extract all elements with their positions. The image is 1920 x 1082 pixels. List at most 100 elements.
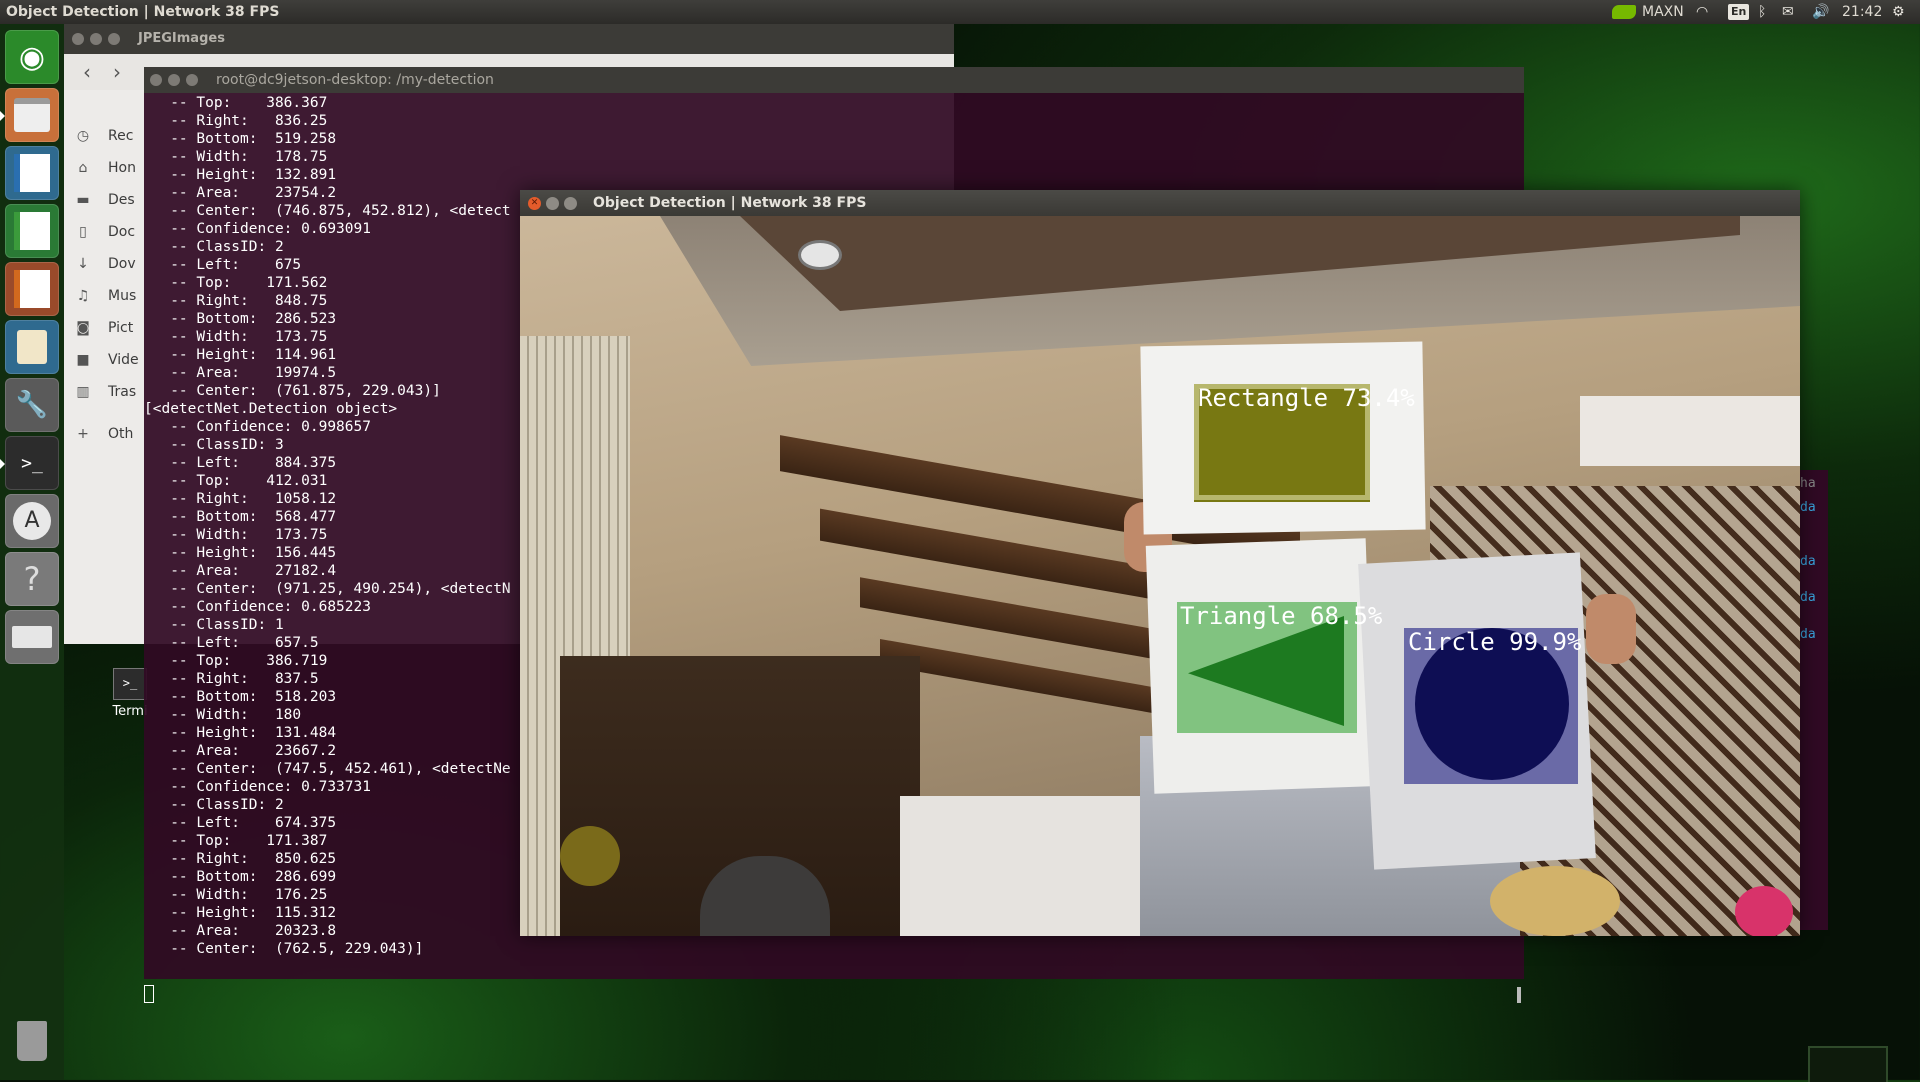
circle-detection-label: Circle 99.9%: [1408, 628, 1582, 656]
ceiling-beam: [1580, 396, 1800, 466]
minimize-icon[interactable]: [546, 197, 559, 210]
launcher: ◉ 🔧 >_ A ?: [0, 24, 64, 1080]
maximize-icon[interactable]: [108, 33, 120, 45]
calc-launcher-button[interactable]: [5, 204, 59, 258]
camera-frame: Rectangle 73.4% Triangle 68.5% Circle 99…: [520, 216, 1800, 936]
nvidia-icon: [1612, 5, 1636, 19]
impress-launcher-button[interactable]: [5, 262, 59, 316]
file-manager-titlebar[interactable]: JPEGImages: [64, 24, 954, 54]
sidebar-item-dov[interactable]: ↓ Dov: [74, 254, 136, 274]
close-icon[interactable]: [72, 33, 84, 45]
top-panel: Object Detection | Network 38 FPS MAXN ◠…: [0, 0, 1920, 24]
document-icon: ▯: [79, 224, 87, 240]
side-fragment: da: [1800, 500, 1816, 515]
wifi-icon[interactable]: ◠: [1696, 0, 1708, 24]
plant: [560, 826, 620, 886]
clock-label: 21:42: [1842, 4, 1883, 20]
object-detection-window[interactable]: ✕ Object Detection | Network 38 FPS Rect…: [520, 190, 1800, 936]
forward-arrow-icon[interactable]: ›: [106, 60, 128, 84]
sidebar-item-label: Mus: [108, 288, 137, 304]
sidebar-item-doc[interactable]: ▯ Doc: [74, 222, 135, 242]
files-launcher-button[interactable]: [0, 88, 59, 142]
help-button[interactable]: ?: [5, 552, 59, 606]
question-mark-icon: ?: [23, 560, 41, 598]
trash-button[interactable]: [5, 1014, 59, 1068]
power-mode-indicator[interactable]: MAXN: [1642, 0, 1684, 24]
sidebar-item-label: Tras: [108, 384, 137, 400]
minimize-icon[interactable]: [90, 33, 102, 45]
background-terminal-window[interactable]: ha da da da da: [1798, 470, 1828, 930]
spreadsheet-icon: [14, 212, 50, 250]
camera-icon: ◙: [76, 320, 90, 336]
sidebar-item-oth[interactable]: + Oth: [74, 424, 133, 444]
folder-icon: ▬: [76, 192, 90, 208]
software-center-button[interactable]: [5, 320, 59, 374]
sidebar-item-label: Doc: [108, 224, 136, 240]
pink-ball: [1735, 886, 1793, 936]
side-fragment: da: [1800, 590, 1816, 605]
gear-icon[interactable]: ⚙: [1892, 0, 1905, 24]
terminal-icon: >_: [113, 668, 147, 700]
clock-icon: ◷: [76, 128, 90, 144]
maximize-icon[interactable]: [564, 197, 577, 210]
file-cabinet-icon: [14, 98, 50, 132]
trash-can-icon: [17, 1021, 47, 1061]
terminal-title: root@dc9jetson-desktop: /my-detection: [216, 72, 494, 88]
bluetooth-icon[interactable]: ᛒ: [1758, 0, 1766, 24]
sidebar-item-tras[interactable]: ▥ Tras: [74, 382, 136, 402]
nvidia-watermark-icon: [1808, 1046, 1888, 1082]
nvidia-indicator[interactable]: [1612, 0, 1636, 24]
sidebar-item-label: Hon: [108, 160, 136, 176]
sidebar-item-mus[interactable]: ♫ Mus: [74, 286, 137, 306]
mail-icon[interactable]: ✉: [1782, 0, 1794, 24]
sidebar-item-hon[interactable]: ⌂ Hon: [74, 158, 136, 178]
hat: [1490, 866, 1620, 936]
sidebar-item-vide[interactable]: ■ Vide: [74, 350, 138, 370]
wrench-gear-icon: 🔧: [15, 390, 49, 420]
volume-icon[interactable]: 🔊: [1812, 0, 1829, 24]
keyboard-layout-label: En: [1728, 4, 1750, 20]
ubuntu-dash-button[interactable]: ◉: [5, 30, 59, 84]
triangle-detection-label: Triangle 68.5%: [1180, 602, 1383, 630]
ceiling-light: [798, 240, 842, 270]
sidebar-item-label: Oth: [108, 426, 134, 442]
music-icon: ♫: [76, 288, 90, 304]
ubuntu-logo-icon: ◉: [18, 39, 46, 75]
power-mode-label: MAXN: [1642, 4, 1684, 20]
keyboard-layout-indicator[interactable]: En: [1728, 0, 1750, 24]
home-icon: ⌂: [78, 160, 88, 176]
terminal-titlebar[interactable]: root@dc9jetson-desktop: /my-detection: [144, 67, 1524, 93]
side-fragment: da: [1800, 627, 1816, 642]
detection-window-title: Object Detection | Network 38 FPS: [593, 195, 867, 211]
close-icon[interactable]: [150, 74, 162, 86]
plus-icon: +: [77, 426, 89, 442]
sidebar-item-label: Pict: [108, 320, 134, 336]
system-settings-button[interactable]: 🔧: [5, 378, 59, 432]
minimize-icon[interactable]: [168, 74, 180, 86]
writer-launcher-button[interactable]: [5, 146, 59, 200]
clock[interactable]: 21:42: [1842, 0, 1882, 24]
maximize-icon[interactable]: [186, 74, 198, 86]
file-manager-title: JPEGImages: [138, 31, 225, 46]
terminal-scrollbar[interactable]: [1517, 987, 1521, 1003]
sidebar-item-label: Dov: [108, 256, 136, 272]
video-icon: ■: [76, 352, 90, 368]
side-fragment: da: [1800, 554, 1816, 569]
back-arrow-icon[interactable]: ‹: [76, 60, 98, 84]
document-writer-icon: [14, 154, 50, 192]
close-icon[interactable]: ✕: [528, 197, 541, 210]
terminal-launcher-button[interactable]: >_: [0, 436, 59, 490]
rectangle-detection-label: Rectangle 73.4%: [1198, 384, 1415, 412]
drive-button[interactable]: [5, 610, 59, 664]
presentation-icon: [14, 270, 50, 308]
trash-icon: ▥: [76, 384, 90, 400]
detection-titlebar[interactable]: ✕ Object Detection | Network 38 FPS: [520, 190, 1800, 216]
sidebar-item-rec[interactable]: ◷ Rec: [74, 126, 134, 146]
sidebar-item-des[interactable]: ▬ Des: [74, 190, 135, 210]
sidebar-item-pict[interactable]: ◙ Pict: [74, 318, 133, 338]
hand-right: [1586, 594, 1636, 664]
sidebar-item-label: Des: [108, 192, 135, 208]
download-icon: ↓: [77, 256, 89, 272]
software-updater-button[interactable]: A: [5, 494, 59, 548]
side-fragment: ha: [1800, 476, 1816, 491]
